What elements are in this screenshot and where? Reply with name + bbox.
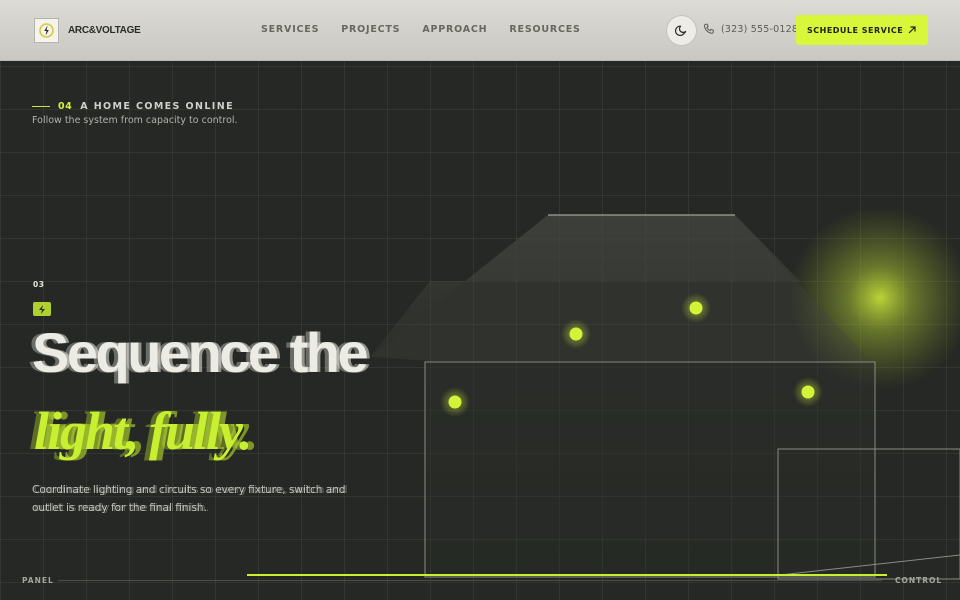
bolt-icon xyxy=(39,304,45,314)
progress-track xyxy=(58,580,882,581)
section-eyebrow: 04 A HOME COMES ONLINE xyxy=(32,101,234,112)
arrow-up-right-icon xyxy=(908,26,916,34)
step-badge xyxy=(33,302,51,316)
home-online-section: 04 A HOME COMES ONLINE Follow the system… xyxy=(0,61,960,600)
rail-label-control: CONTROL xyxy=(895,576,943,585)
phone-number: (323) 555-0128 xyxy=(721,23,799,35)
schedule-service-button[interactable]: SCHEDULE SERVICE xyxy=(796,15,928,45)
light-point-4 xyxy=(793,377,823,407)
progress-fill xyxy=(247,574,887,576)
nav-services[interactable]: SERVICES xyxy=(261,24,319,35)
step-number: 03 xyxy=(33,280,45,289)
schedule-service-label: SCHEDULE SERVICE xyxy=(807,25,904,35)
section-title: A HOME COMES ONLINE xyxy=(80,101,234,112)
rail-label-panel: PANEL xyxy=(22,576,54,585)
step-description: Coordinate lighting and circuits so ever… xyxy=(32,484,346,514)
section-number: 04 xyxy=(58,101,73,112)
light-point-2 xyxy=(681,293,711,323)
step-headline: Sequence the xyxy=(32,321,369,384)
logo[interactable]: ARC&VOLTAGE xyxy=(34,18,141,43)
nav-resources[interactable]: RESOURCES xyxy=(509,24,580,35)
nav-projects[interactable]: PROJECTS xyxy=(341,24,400,35)
bolt-circle-icon xyxy=(34,18,59,43)
section-subtitle: Follow the system from capacity to contr… xyxy=(32,115,238,126)
brand-name: ARC&VOLTAGE xyxy=(68,25,141,36)
moon-icon xyxy=(675,25,687,36)
nav-approach[interactable]: APPROACH xyxy=(422,24,487,35)
light-point-3 xyxy=(440,387,470,417)
step-headline-accent: light, fully. xyxy=(34,401,253,461)
theme-toggle-button[interactable] xyxy=(666,15,697,46)
site-header: ARC&VOLTAGE SERVICES PROJECTS APPROACH R… xyxy=(0,0,960,61)
eyebrow-divider xyxy=(32,106,50,107)
main-nav: SERVICES PROJECTS APPROACH RESOURCES xyxy=(261,24,581,35)
light-point-1 xyxy=(561,319,591,349)
phone-icon xyxy=(703,23,714,34)
phone-link[interactable]: (323) 555-0128 xyxy=(703,23,798,35)
